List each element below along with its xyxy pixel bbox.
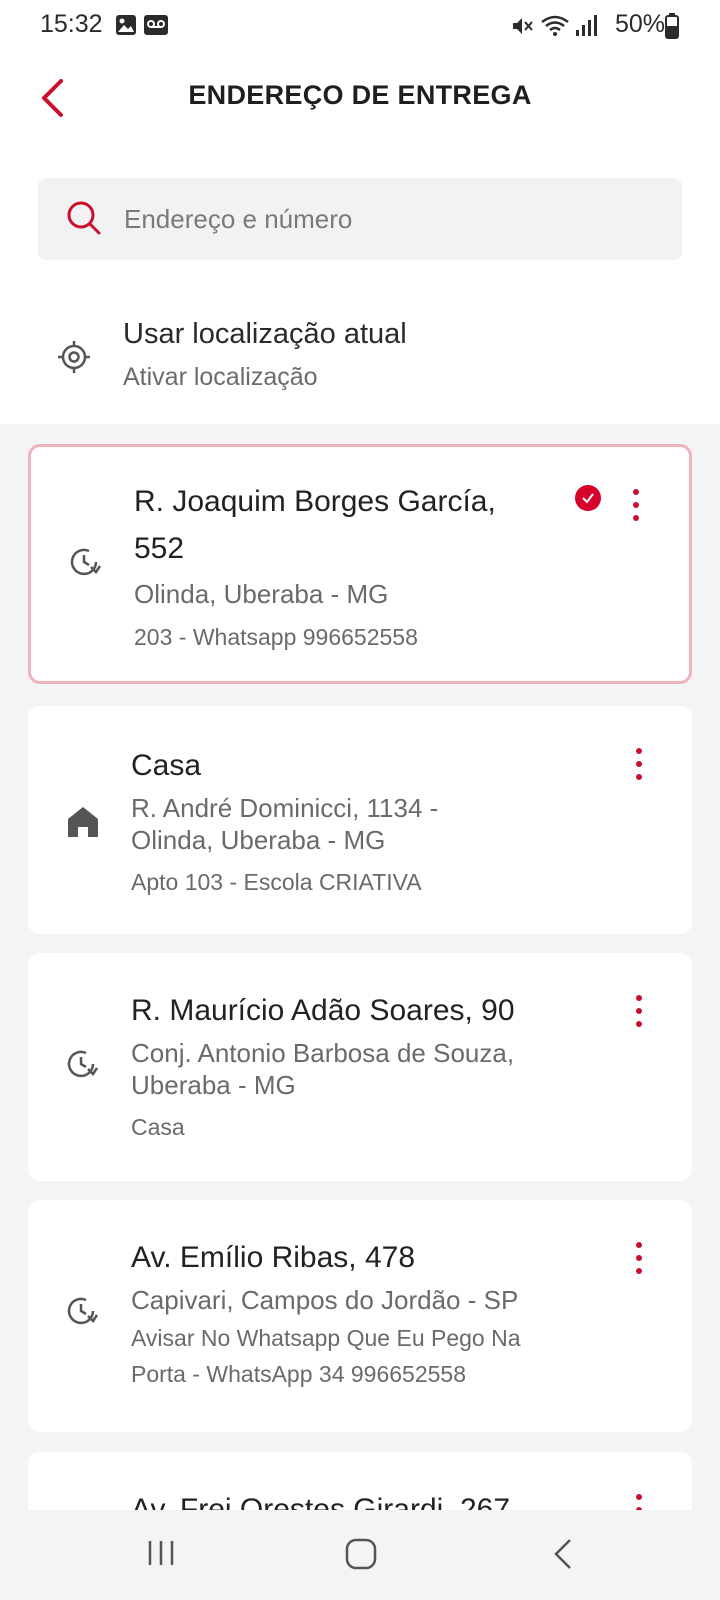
gallery-icon [115,14,137,41]
address-card[interactable]: Casa R. André Dominicci, 1134 - Olinda, … [28,706,692,934]
use-current-location[interactable]: Usar localização atual Ativar localizaçã… [0,300,720,410]
address-line: Olinda, Uberaba - MG [134,579,389,609]
home-button[interactable] [345,1538,377,1575]
address-title: R. Joaquim Borges García, 552 [134,485,496,565]
address-card[interactable]: R. Joaquim Borges García, 552 Olinda, Ub… [28,444,692,684]
address-line: R. André Dominicci, 1134 - Olinda, Ubera… [131,793,439,855]
selected-check-icon [575,485,601,511]
battery-icon [665,13,679,44]
search-input[interactable] [124,178,664,260]
location-title: Usar localização atual [123,318,407,350]
status-time: 15:32 [40,10,103,38]
more-options-icon[interactable] [626,744,652,784]
history-icon [64,1047,99,1086]
search-box[interactable] [38,178,682,260]
search-icon [66,200,102,241]
address-card[interactable]: R. Maurício Adão Soares, 90 Conj. Antoni… [28,953,692,1181]
location-subtitle: Ativar localização [123,363,318,391]
recent-apps-button[interactable] [146,1538,176,1573]
address-complement: 203 - Whatsapp 996652558 [134,624,418,650]
voicemail-icon [143,14,169,41]
wifi-icon [540,14,570,43]
mute-icon [510,14,534,43]
more-options-icon[interactable] [626,991,652,1031]
address-title: Av. Emílio Ribas, 478 [131,1241,416,1274]
address-title: R. Maurício Adão Soares, 90 [131,994,515,1027]
my-location-icon [57,340,91,379]
page-title: ENDEREÇO DE ENTREGA [188,80,532,110]
address-complement: Apto 103 - Escola CRIATIVA [131,869,422,895]
address-card[interactable]: Av. Emílio Ribas, 478 Capivari, Campos d… [28,1200,692,1432]
system-nav-bar [0,1510,720,1600]
history-icon [64,1294,99,1333]
more-options-icon[interactable] [626,1238,652,1278]
home-icon [66,804,100,843]
history-icon [67,545,102,584]
signal-icon [574,14,598,43]
back-nav-button[interactable] [552,1538,574,1575]
more-options-icon[interactable] [623,485,649,525]
status-bar: 15:32 50% [0,0,720,52]
address-complement: Avisar No Whatsapp Que Eu Pego Na Porta … [131,1325,521,1387]
address-complement: Casa [131,1114,185,1140]
battery-percentage: 50% [615,10,666,38]
address-line: Conj. Antonio Barbosa de Souza, Uberaba … [131,1038,515,1100]
address-title: Casa [131,749,202,782]
address-line: Capivari, Campos do Jordão - SP [131,1285,519,1315]
